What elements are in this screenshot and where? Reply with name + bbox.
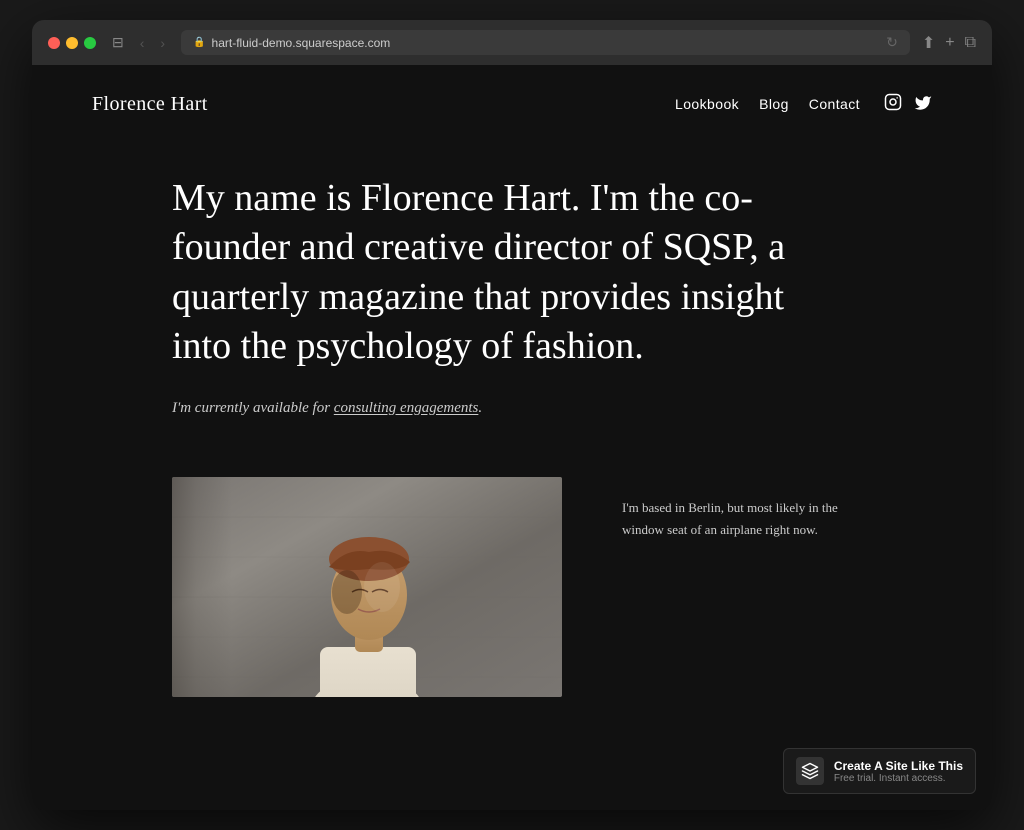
browser-nav-controls: ⊟ ‹ ›: [108, 32, 169, 53]
badge-title: Create A Site Like This: [834, 759, 963, 773]
hero-subtitle: I'm currently available for consulting e…: [172, 400, 932, 417]
maximize-button[interactable]: [84, 37, 96, 49]
nav-link-lookbook[interactable]: Lookbook: [675, 96, 739, 112]
address-bar[interactable]: 🔒 hart-fluid-demo.squarespace.com ↻: [181, 30, 910, 55]
lock-icon: 🔒: [193, 37, 205, 48]
badge-subtitle: Free trial. Instant access.: [834, 773, 963, 784]
nav-item-blog[interactable]: Blog: [759, 96, 789, 114]
site-nav: Florence Hart Lookbook Blog Contact: [32, 65, 992, 144]
sidebar-description: I'm based in Berlin, but most likely in …: [622, 497, 842, 541]
minimize-button[interactable]: [66, 37, 78, 49]
nav-social: [884, 93, 932, 116]
site-logo[interactable]: Florence Hart: [92, 93, 208, 116]
consulting-link[interactable]: consulting engagements: [334, 400, 479, 416]
url-text: hart-fluid-demo.squarespace.com: [212, 36, 391, 50]
browser-chrome: ⊟ ‹ › 🔒 hart-fluid-demo.squarespace.com …: [32, 20, 992, 65]
squarespace-badge-icon: [796, 757, 824, 785]
nav-link-contact[interactable]: Contact: [809, 96, 860, 112]
nav-right: Lookbook Blog Contact: [675, 93, 932, 116]
squarespace-badge[interactable]: Create A Site Like This Free trial. Inst…: [783, 748, 976, 794]
browser-actions: ⬆ + ⧉: [922, 33, 976, 53]
nav-item-contact[interactable]: Contact: [809, 96, 860, 114]
instagram-icon[interactable]: [884, 93, 902, 116]
browser-window: ⊟ ‹ › 🔒 hart-fluid-demo.squarespace.com …: [32, 20, 992, 810]
forward-button[interactable]: ›: [156, 33, 169, 53]
hero-subtitle-suffix: .: [478, 400, 482, 416]
traffic-lights: [48, 37, 96, 49]
duplicate-tab-icon[interactable]: ⧉: [965, 34, 976, 52]
nav-links: Lookbook Blog Contact: [675, 96, 860, 114]
hero-subtitle-prefix: I'm currently available for: [172, 400, 334, 416]
website-wrapper: Florence Hart Lookbook Blog Contact: [32, 65, 992, 810]
hero-section: My name is Florence Hart. I'm the co-fou…: [32, 144, 992, 457]
new-tab-icon[interactable]: +: [945, 34, 954, 52]
window-control-icon[interactable]: ⊟: [108, 32, 128, 53]
profile-photo: [172, 477, 562, 697]
nav-item-lookbook[interactable]: Lookbook: [675, 96, 739, 114]
back-button[interactable]: ‹: [136, 33, 149, 53]
website-content: Florence Hart Lookbook Blog Contact: [32, 65, 992, 810]
squarespace-badge-text: Create A Site Like This Free trial. Inst…: [834, 759, 963, 784]
hero-title: My name is Florence Hart. I'm the co-fou…: [172, 174, 852, 372]
nav-link-blog[interactable]: Blog: [759, 96, 789, 112]
sidebar-text: I'm based in Berlin, but most likely in …: [622, 477, 842, 541]
close-button[interactable]: [48, 37, 60, 49]
share-icon[interactable]: ⬆: [922, 33, 935, 53]
refresh-icon[interactable]: ↻: [886, 34, 898, 51]
twitter-icon[interactable]: [914, 94, 932, 116]
